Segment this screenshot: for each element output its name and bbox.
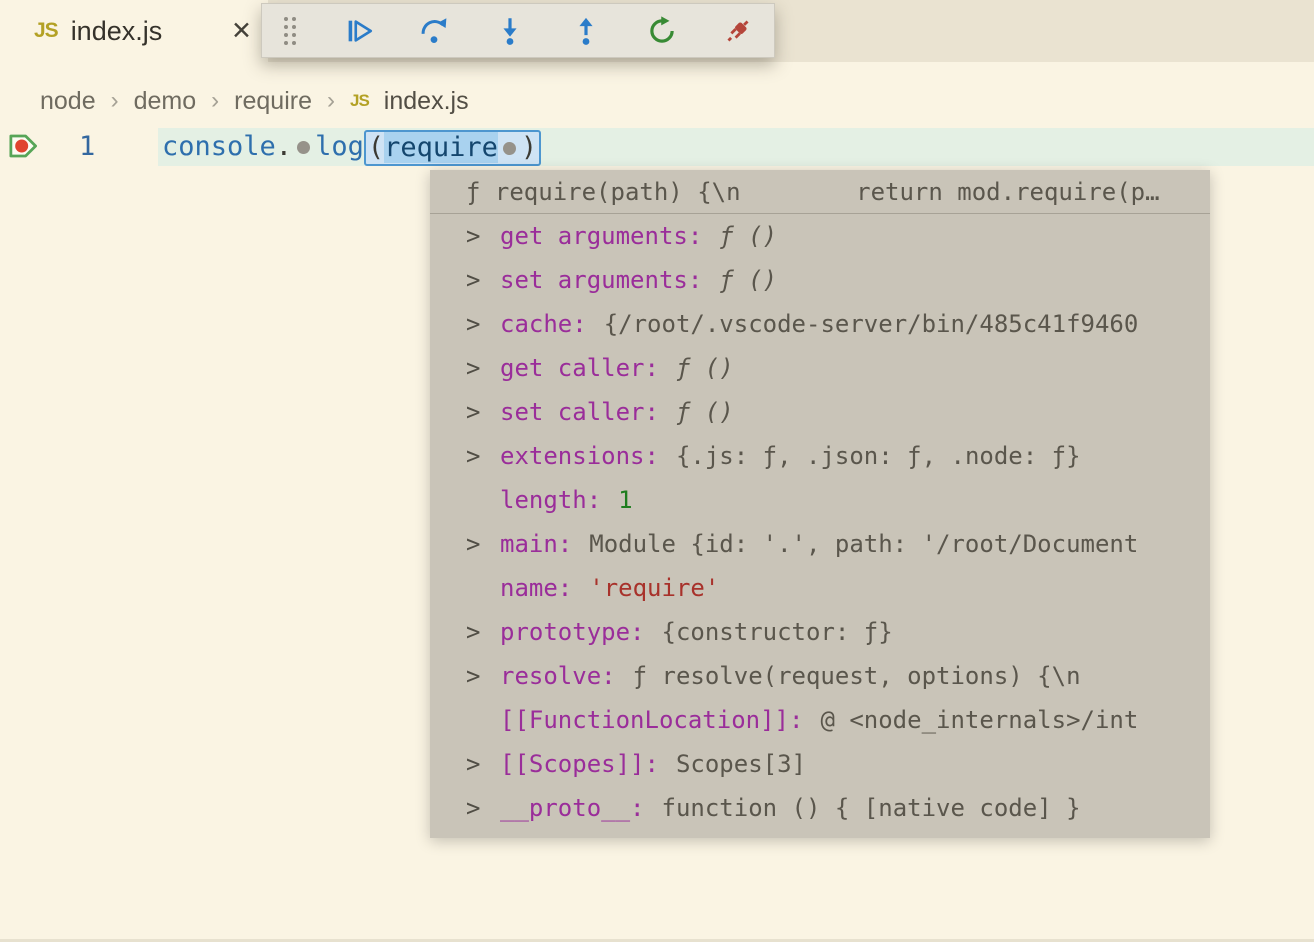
function-preview-header: ƒ require(path) {\n return mod.require(p… xyxy=(430,170,1210,214)
prop-name: prototype: xyxy=(500,618,645,646)
hover-expression-box[interactable]: (require) xyxy=(363,129,542,166)
prop-value: Module {id: '.', path: '/root/Document xyxy=(589,530,1139,558)
restart-icon xyxy=(650,15,674,43)
prop-value: function () { [native code] } xyxy=(661,794,1081,822)
inline-breakpoint-dot[interactable] xyxy=(297,141,311,154)
chevron-right-icon: › xyxy=(110,87,119,114)
prop-row-name[interactable]: name: 'require' xyxy=(430,566,1210,610)
editor-line-1[interactable]: 1 console. log (require) xyxy=(0,128,1314,166)
prop-row-function-location[interactable]: [[FunctionLocation]]: @ <node_internals>… xyxy=(430,698,1210,742)
debug-restart-button[interactable] xyxy=(646,15,678,47)
prop-name: set caller: xyxy=(500,398,659,426)
prop-row-extensions[interactable]: > extensions: {.js: ƒ, .json: ƒ, .node: … xyxy=(430,434,1210,478)
debug-step-into-button[interactable] xyxy=(494,15,526,47)
prop-row-resolve[interactable]: > resolve: ƒ resolve(request, options) {… xyxy=(430,654,1210,698)
expand-chevron-icon[interactable]: > xyxy=(466,390,500,434)
prop-row-prototype[interactable]: > prototype: {constructor: ƒ} xyxy=(430,610,1210,654)
chevron-right-icon: › xyxy=(211,87,220,114)
breadcrumb-item-demo[interactable]: demo xyxy=(134,87,197,116)
expand-chevron-icon xyxy=(466,478,500,522)
tab-bar: JS index.js ✕ xyxy=(0,0,1314,62)
js-file-icon: JS xyxy=(34,19,59,42)
step-into-icon xyxy=(503,17,517,45)
drag-handle-icon[interactable] xyxy=(282,16,298,45)
step-out-icon xyxy=(579,17,593,45)
prop-value: {constructor: ƒ} xyxy=(661,618,893,646)
expand-chevron-icon xyxy=(466,698,500,742)
prop-row-cache[interactable]: > cache: {/root/.vscode-server/bin/485c4… xyxy=(430,302,1210,346)
continue-icon xyxy=(348,19,373,42)
prop-name: [[FunctionLocation]]: xyxy=(500,706,804,734)
line-number: 1 xyxy=(79,131,96,162)
expand-chevron-icon[interactable]: > xyxy=(466,610,500,654)
expand-chevron-icon[interactable]: > xyxy=(466,214,500,258)
inline-breakpoint-dot[interactable] xyxy=(502,141,516,155)
disconnect-icon xyxy=(727,19,749,42)
prop-name: set arguments: xyxy=(500,266,703,294)
prop-value: ƒ () xyxy=(719,266,778,294)
debug-toolbar xyxy=(261,3,775,58)
tab-indexjs[interactable]: JS index.js ✕ xyxy=(0,0,268,62)
prop-value: 'require' xyxy=(589,574,720,602)
prop-value: ƒ () xyxy=(719,222,778,250)
expand-chevron-icon xyxy=(466,566,500,610)
prop-name: resolve: xyxy=(500,662,616,690)
breadcrumb-file[interactable]: index.js xyxy=(384,87,469,116)
js-file-icon: JS xyxy=(350,91,370,110)
debug-disconnect-button[interactable] xyxy=(722,15,754,47)
prop-name: name: xyxy=(500,574,573,602)
prop-name: get arguments: xyxy=(500,222,703,250)
expand-chevron-icon[interactable]: > xyxy=(466,786,500,830)
prop-name: get caller: xyxy=(500,354,659,382)
tab-label: index.js xyxy=(70,15,163,46)
prop-value: {/root/.vscode-server/bin/485c41f9460 xyxy=(603,310,1139,338)
token-open-paren: ( xyxy=(367,131,385,163)
prop-row-scopes[interactable]: > [[Scopes]]: Scopes[3] xyxy=(430,742,1210,786)
chevron-right-icon: › xyxy=(327,87,335,114)
expand-chevron-icon[interactable]: > xyxy=(466,302,500,346)
expand-chevron-icon[interactable]: > xyxy=(466,434,500,478)
expand-chevron-icon[interactable]: > xyxy=(466,742,500,786)
debug-step-over-button[interactable] xyxy=(418,15,450,47)
debug-step-out-button[interactable] xyxy=(570,15,602,47)
token-require-selected[interactable]: require xyxy=(384,131,498,163)
debug-hover-popup: ƒ require(path) {\n return mod.require(p… xyxy=(430,170,1210,838)
token-dot: . xyxy=(275,131,293,162)
expand-chevron-icon[interactable]: > xyxy=(466,258,500,302)
expand-chevron-icon[interactable]: > xyxy=(466,654,500,698)
prop-row-length[interactable]: length: 1 xyxy=(430,478,1210,522)
prop-name: cache: xyxy=(500,310,587,338)
prop-value: ƒ () xyxy=(675,354,734,382)
debug-continue-button[interactable] xyxy=(342,15,374,47)
prop-row-get-arguments[interactable]: > get arguments: ƒ () xyxy=(430,214,1210,258)
prop-row-proto[interactable]: > __proto__: function () { [native code]… xyxy=(430,786,1210,830)
breadcrumb-item-node[interactable]: node xyxy=(40,87,96,116)
prop-name: extensions: xyxy=(500,442,659,470)
code-text[interactable]: console. log (require) xyxy=(162,128,542,166)
expand-chevron-icon[interactable]: > xyxy=(466,522,500,566)
prop-value: ƒ resolve(request, options) {\n xyxy=(632,662,1081,690)
token-console: console xyxy=(162,131,276,162)
prop-name: __proto__: xyxy=(500,794,645,822)
prop-name: main: xyxy=(500,530,573,558)
breadcrumb: node › demo › require › JS index.js xyxy=(40,84,469,118)
token-log: log xyxy=(315,131,364,162)
prop-name: [[Scopes]]: xyxy=(500,750,659,778)
prop-value: Scopes[3] xyxy=(675,750,806,778)
prop-row-set-arguments[interactable]: > set arguments: ƒ () xyxy=(430,258,1210,302)
token-close-paren: ) xyxy=(520,131,538,163)
prop-row-get-caller[interactable]: > get caller: ƒ () xyxy=(430,346,1210,390)
expand-chevron-icon[interactable]: > xyxy=(466,346,500,390)
prop-value: ƒ () xyxy=(675,398,734,426)
prop-value: 1 xyxy=(618,486,633,514)
prop-name: length: xyxy=(500,486,602,514)
prop-value: @ <node_internals>/int xyxy=(820,706,1139,734)
breadcrumb-item-require[interactable]: require xyxy=(234,87,312,116)
prop-row-set-caller[interactable]: > set caller: ƒ () xyxy=(430,390,1210,434)
prop-value: {.js: ƒ, .json: ƒ, .node: ƒ} xyxy=(675,442,1081,470)
step-over-icon xyxy=(421,17,447,43)
prop-row-main[interactable]: > main: Module {id: '.', path: '/root/Do… xyxy=(430,522,1210,566)
breakpoint-current-line-icon[interactable] xyxy=(7,132,41,165)
close-tab-icon[interactable]: ✕ xyxy=(231,18,252,44)
